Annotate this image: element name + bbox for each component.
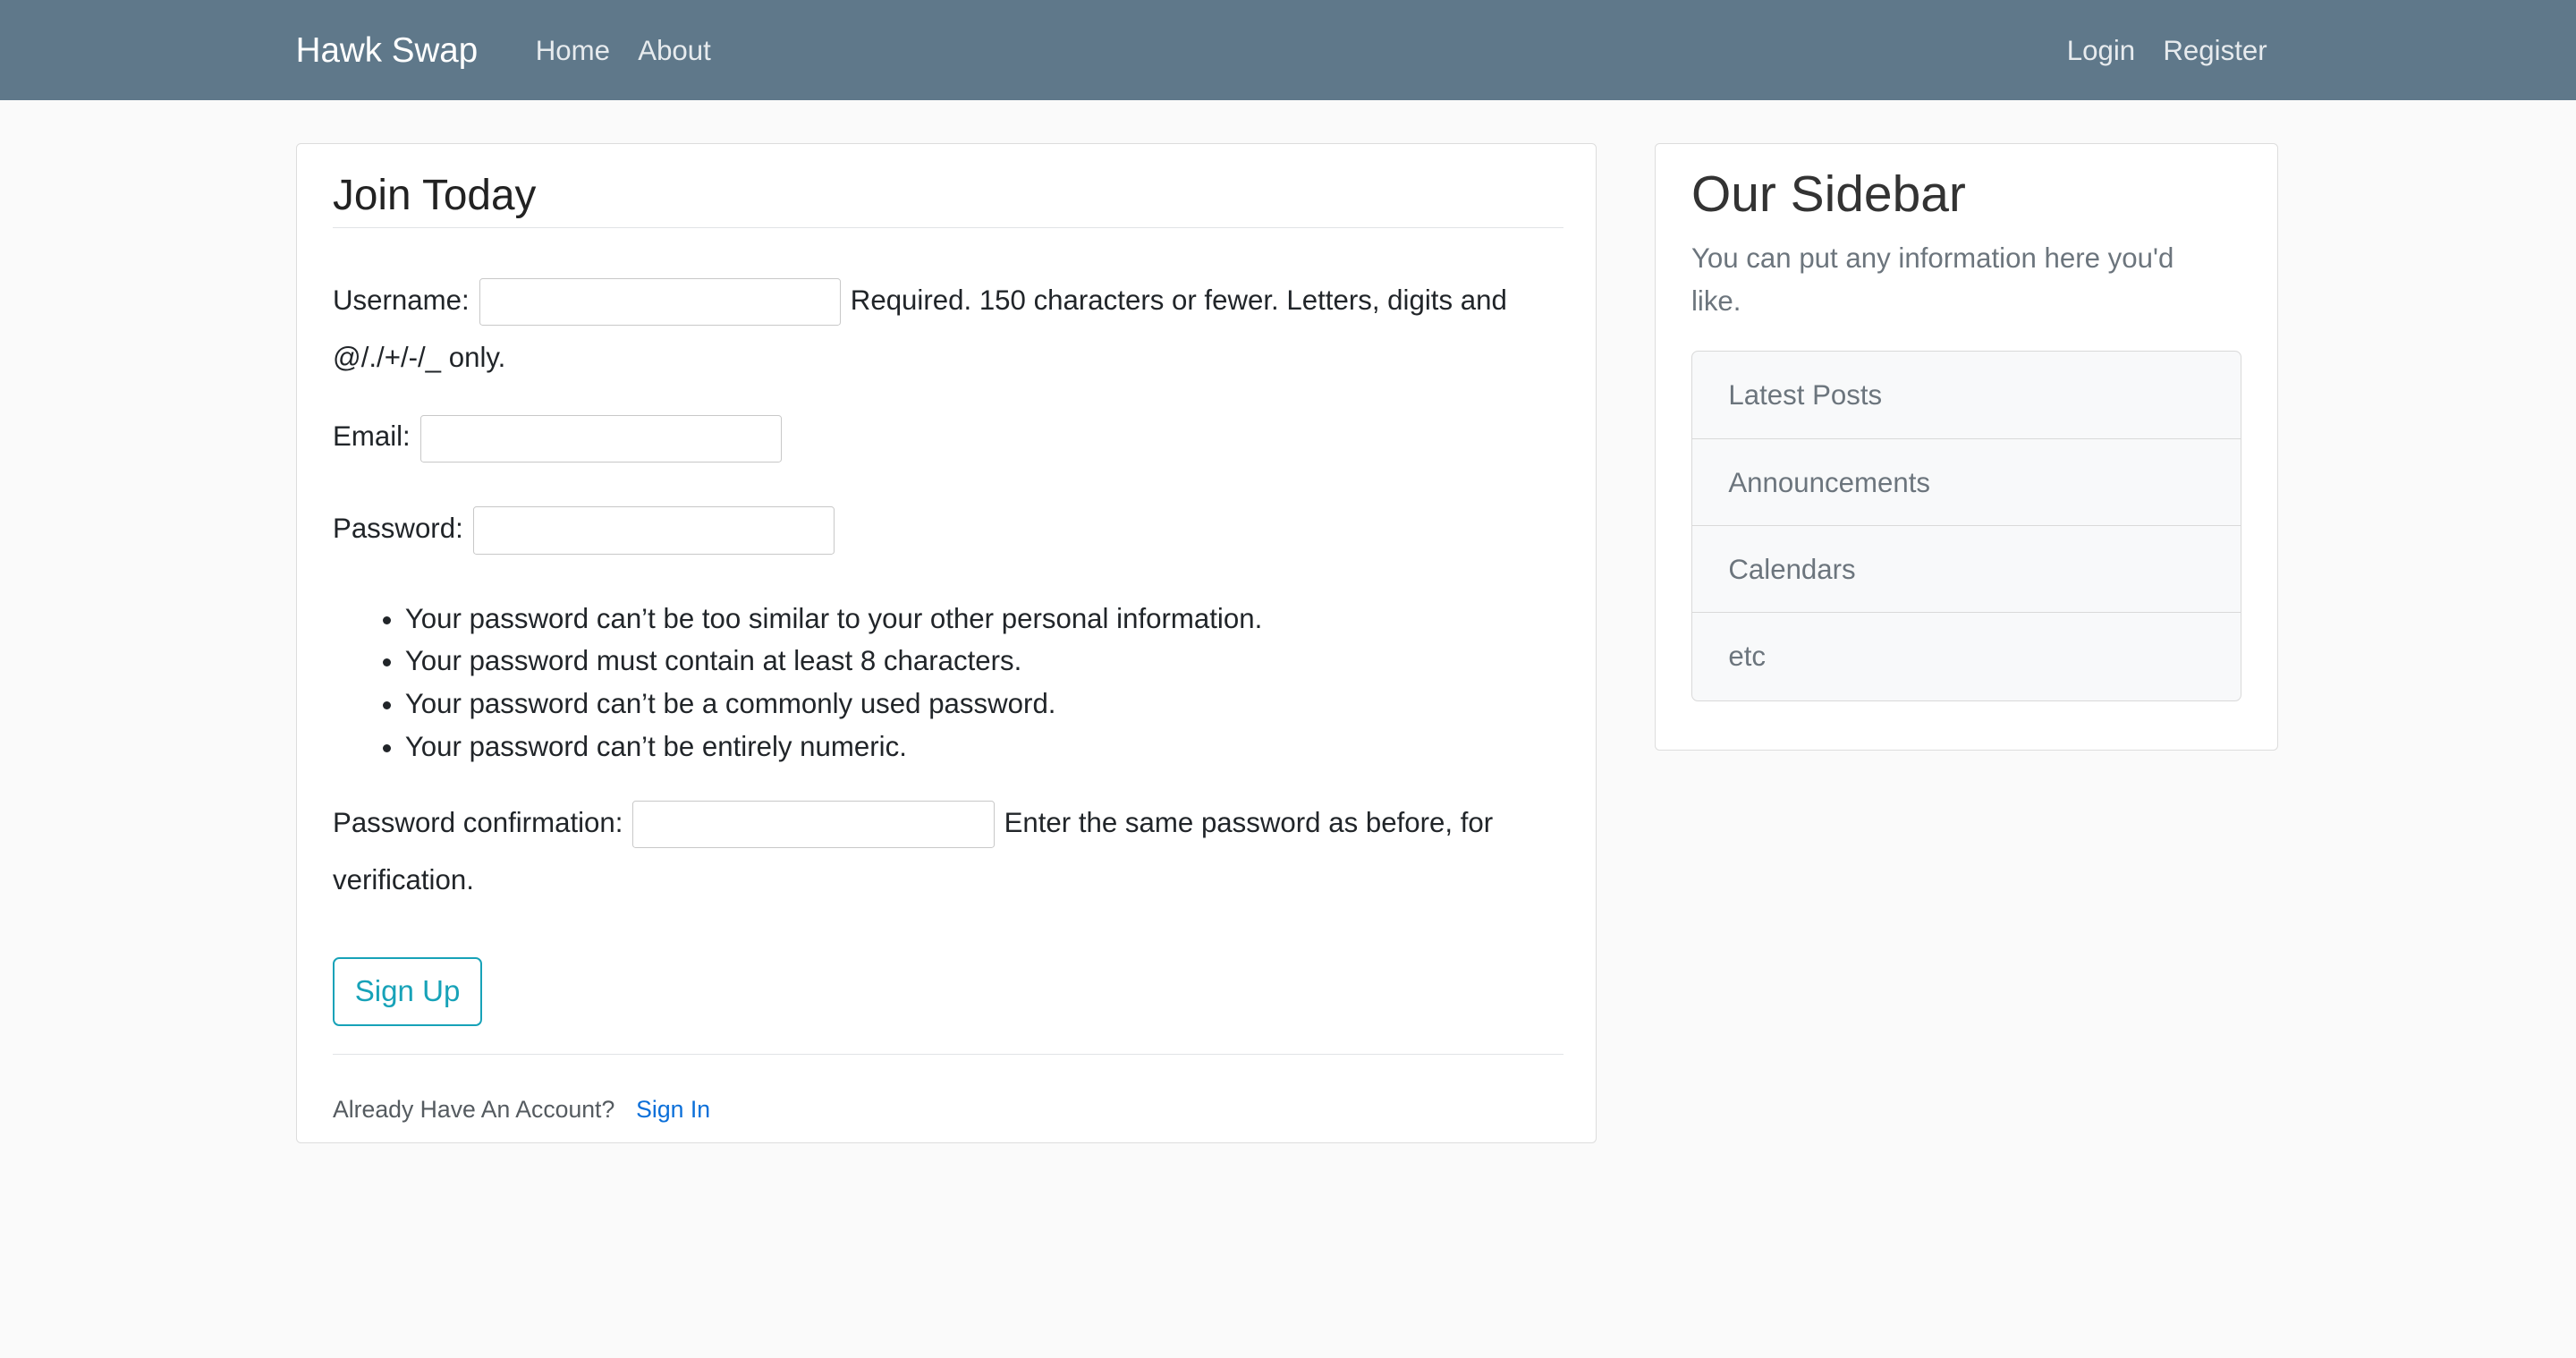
account-prompt: Already Have An Account? Sign In bbox=[333, 1093, 710, 1126]
password-help-item: Your password can’t be too similar to yo… bbox=[405, 598, 1262, 641]
sidebar-item-calendars[interactable]: Calendars bbox=[1691, 526, 2241, 614]
email-label: Email: bbox=[333, 420, 411, 453]
password-help-item: Your password can’t be a commonly used p… bbox=[405, 683, 1262, 726]
password-label: Password: bbox=[333, 513, 463, 545]
top-navbar: Hawk Swap Home About Login Register bbox=[0, 0, 2576, 101]
username-input[interactable] bbox=[479, 278, 841, 327]
username-label: Username: bbox=[333, 284, 470, 317]
nav-home-link[interactable]: Home bbox=[536, 31, 610, 71]
nav-register-link[interactable]: Register bbox=[2163, 31, 2267, 71]
sidebar-card: Our Sidebar You can put any information … bbox=[1654, 142, 2279, 751]
password-help-list: Your password can’t be too similar to yo… bbox=[333, 598, 1262, 768]
account-prompt-text: Already Have An Account? bbox=[333, 1096, 615, 1124]
email-row: Email: bbox=[333, 408, 1565, 465]
sidebar-item-latest-posts[interactable]: Latest Posts bbox=[1691, 352, 2241, 439]
password-confirm-input[interactable] bbox=[632, 801, 995, 849]
sidebar-list: Latest Posts Announcements Calendars etc bbox=[1690, 351, 2242, 701]
nav-login-link[interactable]: Login bbox=[2067, 31, 2135, 71]
page: Hawk Swap Home About Login Register Join… bbox=[0, 0, 2576, 1357]
form-title: Join Today bbox=[333, 168, 1563, 229]
sidebar-description: You can put any information here you'd l… bbox=[1690, 242, 2174, 318]
sidebar-item-etc[interactable]: etc bbox=[1692, 613, 2241, 700]
registration-card: Join Today Username: Required. 150 charac… bbox=[295, 142, 1597, 1144]
password-help-item: Your password can’t be entirely numeric. bbox=[405, 726, 1262, 768]
form-divider bbox=[333, 1054, 1563, 1055]
brand-logo-link[interactable]: Hawk Swap bbox=[296, 28, 479, 73]
username-row: Username: Required. 150 characters or few… bbox=[333, 272, 1565, 387]
password-input[interactable] bbox=[472, 506, 835, 555]
sidebar-title: Our Sidebar bbox=[1690, 165, 1966, 223]
nav-right: Login Register bbox=[2067, 31, 2267, 71]
password-help-item: Your password must contain at least 8 ch… bbox=[405, 640, 1262, 683]
nav-about-link[interactable]: About bbox=[638, 31, 711, 71]
password-confirm-label: Password confirmation: bbox=[333, 807, 623, 839]
email-input[interactable] bbox=[419, 414, 782, 463]
sidebar-item-announcements[interactable]: Announcements bbox=[1691, 439, 2241, 526]
sign-up-button[interactable]: Sign Up bbox=[333, 956, 483, 1027]
sign-in-link[interactable]: Sign In bbox=[636, 1096, 710, 1123]
password-row: Password: bbox=[333, 500, 1565, 557]
password-confirm-row: Password confirmation: Enter the same pas… bbox=[333, 794, 1565, 910]
nav-left: Home About bbox=[536, 31, 711, 71]
